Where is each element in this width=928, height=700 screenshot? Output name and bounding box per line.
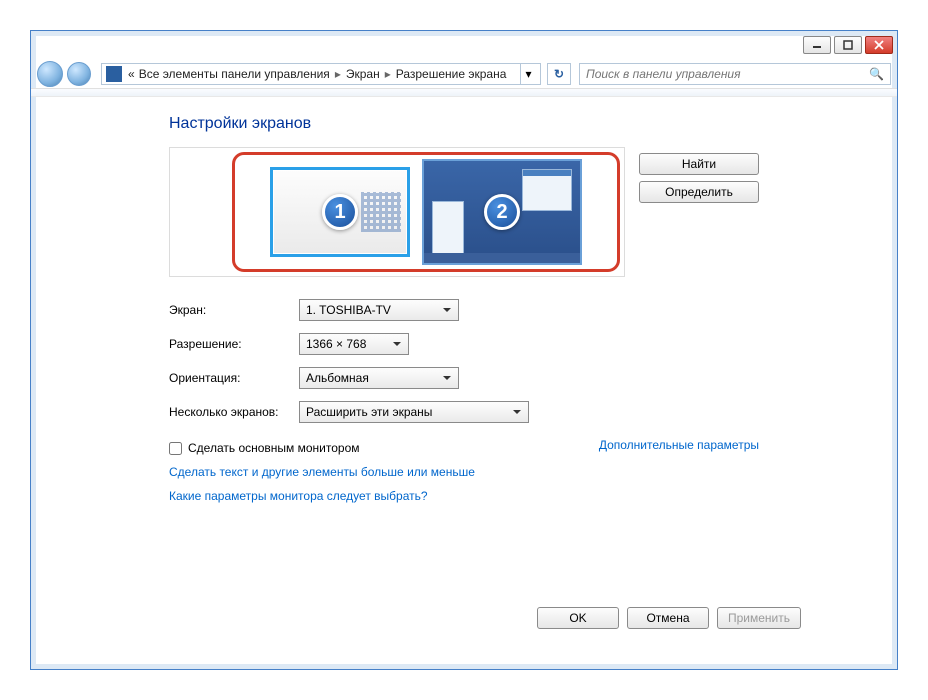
taskbar-icon bbox=[424, 253, 580, 263]
multi-label: Несколько экранов: bbox=[169, 405, 299, 419]
navbar: « Все элементы панели управления ▸ Экран… bbox=[31, 59, 897, 89]
detect-button[interactable]: Определить bbox=[639, 181, 759, 203]
cancel-button[interactable]: Отмена bbox=[627, 607, 709, 629]
primary-checkbox-row: Сделать основным монитором bbox=[169, 441, 360, 455]
search-input[interactable] bbox=[586, 67, 869, 81]
search-box[interactable]: 🔍 bbox=[579, 63, 891, 85]
screen-label: Экран: bbox=[169, 303, 299, 317]
orientation-select[interactable]: Альбомная bbox=[299, 367, 459, 389]
preview-row: 1 2 Найти Определить bbox=[169, 147, 759, 277]
refresh-button[interactable]: ↻ bbox=[547, 63, 571, 85]
which-settings-link[interactable]: Какие параметры монитора следует выбрать… bbox=[169, 489, 428, 503]
multi-value: Расширить эти экраны bbox=[306, 405, 432, 419]
orientation-value: Альбомная bbox=[306, 371, 369, 385]
search-icon[interactable]: 🔍 bbox=[869, 67, 884, 81]
breadcrumb-item[interactable]: Разрешение экрана bbox=[396, 67, 507, 81]
monitor-number: 2 bbox=[484, 194, 520, 230]
window-icon bbox=[432, 201, 464, 255]
monitor-number: 1 bbox=[322, 194, 358, 230]
content: Настройки экранов 1 2 Найти bbox=[31, 97, 897, 513]
footer-buttons: OK Отмена Применить bbox=[537, 607, 801, 629]
window: « Все элементы панели управления ▸ Экран… bbox=[30, 30, 898, 670]
breadcrumb-item[interactable]: Экран bbox=[346, 67, 380, 81]
breadcrumb-sep: « bbox=[128, 67, 135, 81]
control-panel-icon bbox=[106, 66, 122, 82]
resolution-select[interactable]: 1366 × 768 bbox=[299, 333, 409, 355]
primary-checkbox-label: Сделать основным монитором bbox=[188, 441, 360, 455]
maximize-button[interactable] bbox=[834, 36, 862, 54]
breadcrumb-item[interactable]: Все элементы панели управления bbox=[139, 67, 330, 81]
close-button[interactable] bbox=[865, 36, 893, 54]
apply-button[interactable]: Применить bbox=[717, 607, 801, 629]
advanced-link[interactable]: Дополнительные параметры bbox=[599, 438, 759, 452]
side-buttons: Найти Определить bbox=[639, 147, 759, 203]
page-title: Настройки экранов bbox=[169, 115, 759, 133]
multi-select[interactable]: Расширить эти экраны bbox=[299, 401, 529, 423]
breadcrumb[interactable]: « Все элементы панели управления ▸ Экран… bbox=[101, 63, 541, 85]
resolution-label: Разрешение: bbox=[169, 337, 299, 351]
minimize-button[interactable] bbox=[803, 36, 831, 54]
screen-select[interactable]: 1. TOSHIBA-TV bbox=[299, 299, 459, 321]
window-icon bbox=[522, 169, 572, 211]
nav-back-button[interactable] bbox=[37, 61, 63, 87]
screen-value: 1. TOSHIBA-TV bbox=[306, 303, 391, 317]
chevron-right-icon: ▸ bbox=[335, 67, 341, 81]
chevron-right-icon: ▸ bbox=[385, 67, 391, 81]
find-button[interactable]: Найти bbox=[639, 153, 759, 175]
monitor-2[interactable]: 2 bbox=[422, 159, 582, 265]
titlebar bbox=[31, 31, 897, 59]
resolution-value: 1366 × 768 bbox=[306, 337, 366, 351]
monitor-1[interactable]: 1 bbox=[270, 167, 410, 257]
settings-form: Экран: 1. TOSHIBA-TV Разрешение: 1366 × … bbox=[169, 299, 759, 503]
callout-highlight: 1 2 bbox=[232, 152, 620, 272]
ok-button[interactable]: OK bbox=[537, 607, 619, 629]
display-preview: 1 2 bbox=[169, 147, 625, 277]
primary-checkbox[interactable] bbox=[169, 442, 182, 455]
menubar bbox=[31, 89, 897, 97]
breadcrumb-dropdown[interactable]: ▾ bbox=[520, 64, 536, 84]
monitor-grid-icon bbox=[361, 192, 401, 232]
orientation-label: Ориентация: bbox=[169, 371, 299, 385]
nav-forward-button[interactable] bbox=[67, 62, 91, 86]
textsize-link[interactable]: Сделать текст и другие элементы больше и… bbox=[169, 465, 475, 479]
